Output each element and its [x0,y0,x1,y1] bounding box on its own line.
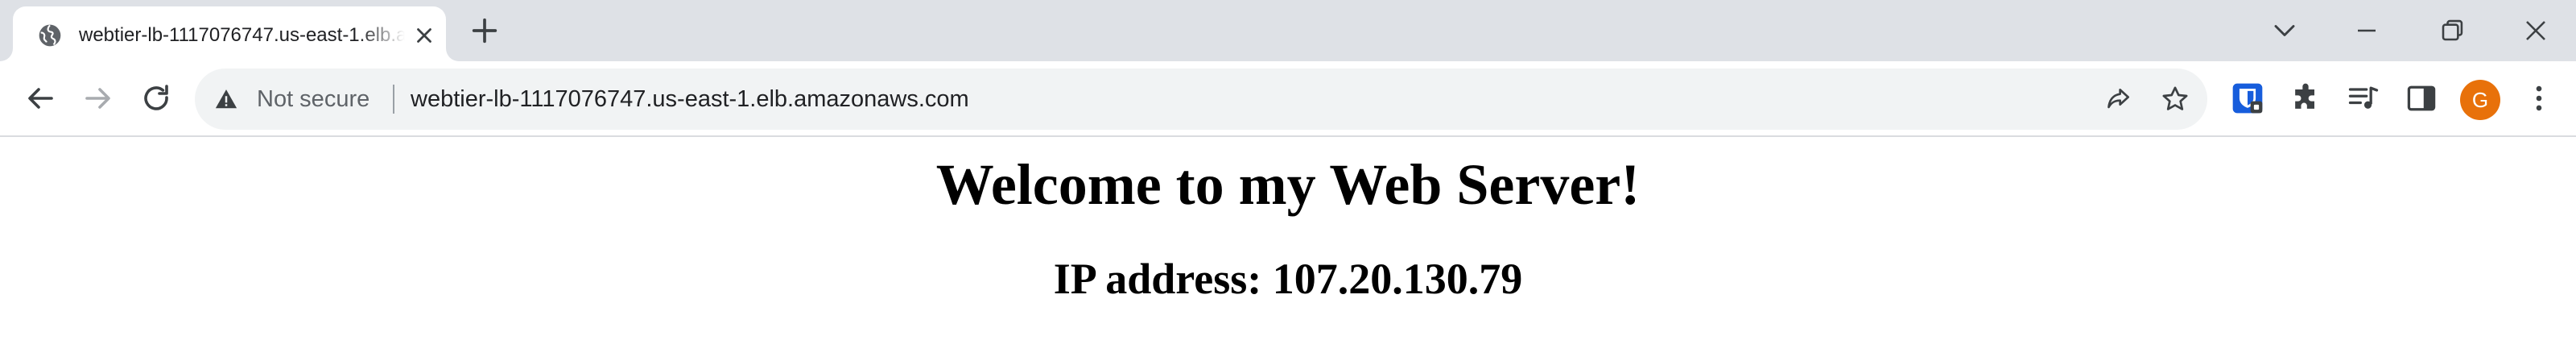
profile-avatar[interactable]: G [2460,80,2500,120]
tab-strip: webtier-lb-1117076747.us-east-1.elb.amaz… [0,0,2576,61]
media-control-icon[interactable] [2346,81,2381,116]
tab-close-icon[interactable] [412,23,436,48]
back-icon[interactable] [21,79,60,118]
page-heading: Welcome to my Web Server! [935,152,1641,217]
puzzle-icon[interactable] [2288,81,2323,116]
minimize-icon[interactable] [2349,13,2384,48]
tab-active[interactable]: webtier-lb-1117076747.us-east-1.elb.amaz… [13,6,446,61]
tab-title: webtier-lb-1117076747.us-east-1.elb.amaz… [79,24,405,46]
warning-icon[interactable] [214,87,238,111]
bitwarden-icon[interactable] [2230,81,2265,116]
reload-icon[interactable] [137,79,175,118]
url-text[interactable]: webtier-lb-1117076747.us-east-1.elb.amaz… [411,85,969,114]
ip-address-text: IP address: 107.20.130.79 [1053,255,1523,303]
address-bar[interactable]: Not secure webtier-lb-1117076747.us-east… [195,68,2207,130]
side-panel-icon[interactable] [2404,81,2439,116]
chevron-down-icon[interactable] [2267,13,2302,48]
browser-toolbar: Not secure webtier-lb-1117076747.us-east… [0,61,2576,137]
globe-icon [37,23,63,48]
plus-icon[interactable] [469,15,501,47]
star-icon[interactable] [2159,83,2191,115]
restore-icon[interactable] [2434,13,2470,48]
omnibox-divider [393,85,394,114]
kebab-icon[interactable] [2521,81,2557,116]
forward-icon[interactable] [79,79,118,118]
close-icon[interactable] [2518,13,2553,48]
share-icon[interactable] [2103,83,2135,115]
security-label[interactable]: Not secure [257,85,369,114]
page-content: Welcome to my Web Server! IP address: 10… [0,137,2576,357]
